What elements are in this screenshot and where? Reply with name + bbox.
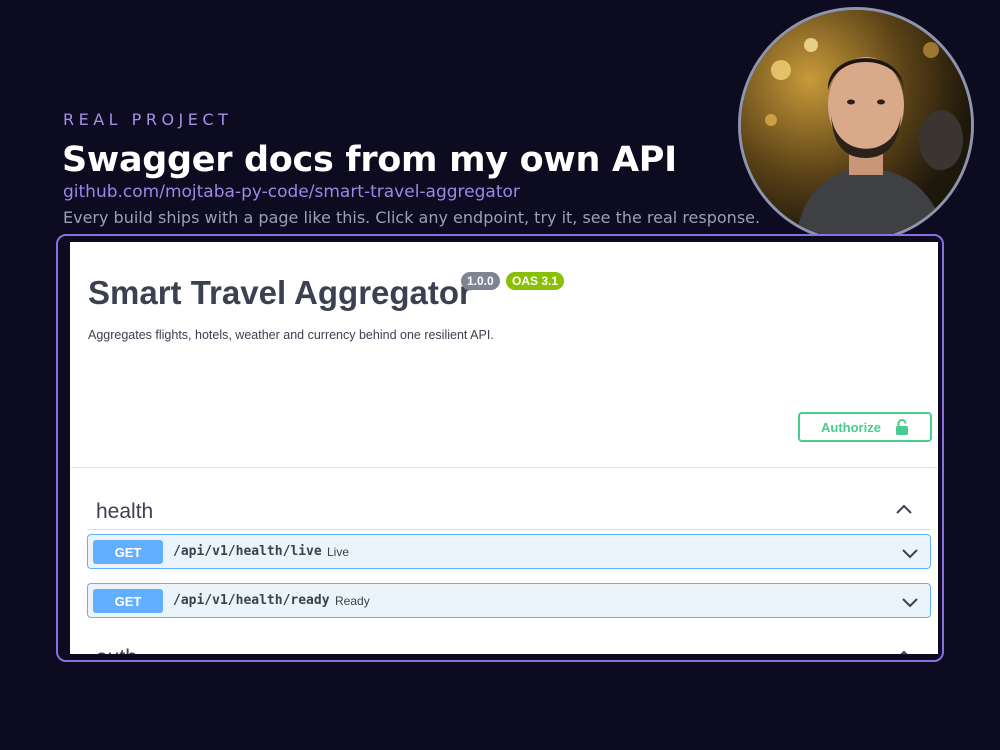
authorize-label: Authorize [821,419,881,435]
api-title: Smart Travel Aggregator [88,274,472,311]
version-badge: 1.0.0 [461,272,500,290]
lock-icon [895,419,909,435]
chevron-up-icon[interactable] [895,648,913,654]
operation-get-health-live[interactable]: GET /api/v1/health/live Live [87,534,931,569]
section-title: auth [96,646,137,654]
eyebrow-label: REAL PROJECT [63,110,233,129]
section-health[interactable]: health [87,490,931,530]
api-description: Aggregates flights, hotels, weather and … [88,328,494,342]
authorize-button[interactable]: Authorize [798,412,932,442]
oas-badge: OAS 3.1 [506,272,565,290]
avatar [738,7,974,243]
divider [70,467,938,468]
screenshot-frame: Smart Travel Aggregator 1.0.0 OAS 3.1 Ag… [56,234,944,662]
operation-get-health-ready[interactable]: GET /api/v1/health/ready Ready [87,583,931,618]
chevron-down-icon[interactable] [902,595,918,608]
chevron-down-icon[interactable] [902,546,918,559]
swagger-page: Smart Travel Aggregator 1.0.0 OAS 3.1 Ag… [70,242,938,654]
section-auth[interactable]: auth [87,636,931,654]
operation-summary: Live [327,545,350,559]
operation-path: /api/v1/health/live [173,544,322,559]
operation-summary: Ready [335,594,370,608]
repo-link[interactable]: github.com/mojtaba-py-code/smart-travel-… [63,182,520,202]
section-title: health [96,500,154,523]
headline: Swagger docs from my own API [62,140,677,180]
subline: Every build ships with a page like this.… [63,208,761,227]
method-badge: GET [93,589,163,613]
chevron-up-icon[interactable] [895,502,913,514]
operation-path: /api/v1/health/ready [173,593,330,608]
method-badge: GET [93,540,163,564]
